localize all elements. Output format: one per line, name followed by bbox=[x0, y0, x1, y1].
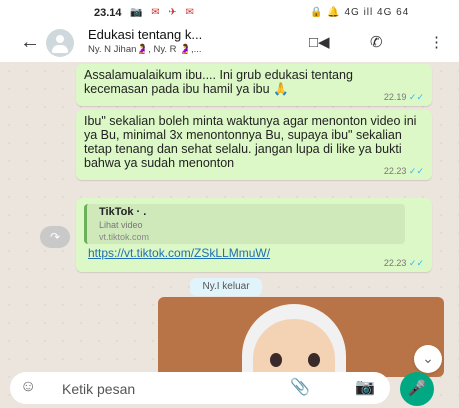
link-message-bubble[interactable]: TikTok · . Lihat video vt.tiktok.com htt… bbox=[76, 198, 432, 272]
forward-icon[interactable]: ↷ bbox=[40, 226, 70, 248]
cartoon-eye bbox=[270, 353, 282, 367]
read-receipt-icon: ✓✓ bbox=[408, 258, 424, 268]
chat-title[interactable]: Edukasi tentang k... bbox=[88, 27, 202, 42]
camera-icon[interactable]: 📷 bbox=[355, 377, 375, 397]
message-input[interactable] bbox=[60, 378, 264, 400]
message-composer: ☺ 📎 📷 bbox=[10, 372, 390, 404]
preview-domain: vt.tiktok.com bbox=[99, 232, 150, 242]
status-time: 23.14 bbox=[94, 7, 122, 19]
group-avatar-icon[interactable] bbox=[46, 29, 74, 57]
message-time: 22.19 ✓✓ bbox=[383, 92, 424, 102]
notification-icons: 📷 ✉ ✈ ✉ bbox=[130, 7, 197, 18]
message-time: 22.23 ✓✓ bbox=[383, 166, 424, 176]
emoji-icon[interactable]: ☺ bbox=[20, 378, 36, 396]
link-preview[interactable]: TikTok · . Lihat video vt.tiktok.com bbox=[84, 204, 405, 244]
network-status-icons: 🔒 🔔 4G ill 4G 64 bbox=[310, 7, 410, 18]
microphone-button[interactable]: 🎤 bbox=[400, 372, 434, 406]
message-bubble[interactable]: Ibu" sekalian boleh minta waktunya agar … bbox=[76, 110, 432, 180]
read-receipt-icon: ✓✓ bbox=[408, 92, 424, 102]
voice-call-icon[interactable]: ✆ bbox=[370, 33, 383, 51]
system-message: Ny.I keluar bbox=[190, 278, 262, 296]
whatsapp-chat-screen: 23.14 📷 ✉ ✈ ✉ 🔒 🔔 4G ill 4G 64 ← Edukasi… bbox=[0, 0, 459, 408]
video-call-icon[interactable]: □◀ bbox=[309, 33, 330, 51]
chat-header: ← Edukasi tentang k... Ny. N Jihan🤰, Ny.… bbox=[0, 24, 459, 63]
preview-title: TikTok · . bbox=[99, 206, 147, 218]
tiktok-link[interactable]: https://vt.tiktok.com/ZSkLLMmuW/ bbox=[88, 246, 270, 260]
preview-description: Lihat video bbox=[99, 220, 143, 230]
chat-participants[interactable]: Ny. N Jihan🤰, Ny. R 🤰,... bbox=[88, 44, 202, 55]
read-receipt-icon: ✓✓ bbox=[408, 166, 424, 176]
image-message[interactable] bbox=[158, 297, 444, 377]
message-text: Assalamualaikum ibu.... Ini grub edukasi… bbox=[84, 68, 353, 96]
attach-icon[interactable]: 📎 bbox=[290, 377, 310, 397]
message-bubble[interactable]: Assalamualaikum ibu.... Ini grub edukasi… bbox=[76, 64, 432, 106]
message-time: 22.23 ✓✓ bbox=[383, 258, 424, 268]
cartoon-eye bbox=[308, 353, 320, 367]
status-bar: 23.14 📷 ✉ ✈ ✉ 🔒 🔔 4G ill 4G 64 bbox=[0, 0, 459, 26]
message-text: Ibu" sekalian boleh minta waktunya agar … bbox=[84, 114, 417, 170]
scroll-down-button[interactable]: ⌄ bbox=[414, 345, 442, 373]
more-options-icon[interactable]: ⋮ bbox=[429, 33, 444, 51]
back-arrow-icon[interactable]: ← bbox=[20, 31, 40, 54]
